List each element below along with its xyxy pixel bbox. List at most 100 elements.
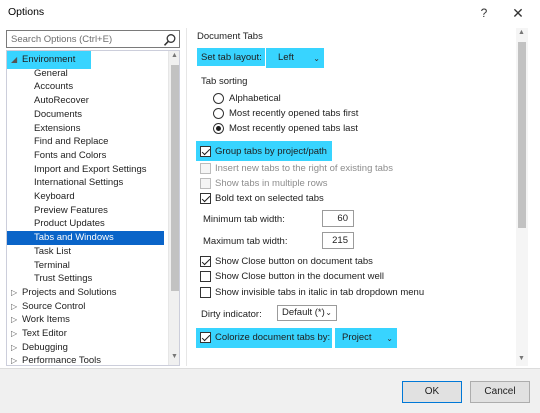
tree-item-label: Work Items <box>22 314 70 326</box>
tree-item-label: Find and Replace <box>34 136 109 148</box>
tree-item[interactable]: Keyboard <box>7 190 165 204</box>
tree-item[interactable]: AutoRecover <box>7 94 165 108</box>
tree-item-label: Terminal <box>34 259 70 271</box>
tree-item-label: Task List <box>34 245 71 257</box>
insert-right-label[interactable]: Insert new tabs to the right of existing… <box>215 163 393 174</box>
expand-arrow-icon[interactable]: ▷ <box>11 313 17 327</box>
sort-recent-last-label[interactable]: Most recently opened tabs last <box>229 123 358 134</box>
tree-item-label: Environment <box>22 54 76 65</box>
tree-item-label: Fonts and Colors <box>34 149 107 161</box>
search-input[interactable]: Search Options (Ctrl+E) <box>6 30 180 48</box>
tree-category[interactable]: ▷ Debugging <box>7 341 165 355</box>
tree-item-label: Trust Settings <box>34 273 93 285</box>
show-close-tab-checkbox[interactable] <box>200 256 211 267</box>
colorize-dropdown[interactable]: Project ⌄ <box>335 328 397 348</box>
bold-text-checkbox[interactable] <box>200 193 211 204</box>
help-button[interactable]: ? <box>472 3 496 23</box>
tree-item[interactable]: Find and Replace <box>7 135 165 149</box>
sort-alphabetical-label[interactable]: Alphabetical <box>229 93 281 104</box>
multiple-rows-checkbox[interactable] <box>200 178 211 189</box>
colorize-value: Project <box>342 332 372 343</box>
group-tabs-checkbox[interactable] <box>200 146 211 157</box>
scroll-up-icon[interactable]: ▲ <box>171 52 178 59</box>
tree-item[interactable]: Import and Export Settings <box>7 163 165 177</box>
tree-item[interactable]: Tabs and Windows <box>7 231 164 245</box>
tree-item[interactable]: Accounts <box>7 80 165 94</box>
tree-category[interactable]: ▷ Projects and Solutions <box>7 286 165 300</box>
sort-recent-first-label[interactable]: Most recently opened tabs first <box>229 108 358 119</box>
expand-arrow-icon[interactable]: ▷ <box>11 286 17 300</box>
expand-arrow-icon[interactable]: ▷ <box>11 327 17 341</box>
expand-arrow-icon[interactable]: ▷ <box>11 354 17 365</box>
min-tab-width-input[interactable]: 60 <box>322 210 354 227</box>
title-bar: Options ? ✕ <box>0 0 540 26</box>
tree-item-label: General <box>34 67 68 79</box>
scroll-down-icon[interactable]: ▼ <box>518 355 525 362</box>
show-close-tab-label[interactable]: Show Close button on document tabs <box>215 256 373 267</box>
tree-category[interactable]: ▷ Text Editor <box>7 327 165 341</box>
tree-item-label: Import and Export Settings <box>34 163 147 175</box>
chevron-down-icon: ⌄ <box>325 308 332 317</box>
group-tabs-label[interactable]: Group tabs by project/path <box>215 146 327 157</box>
tree-item[interactable]: General <box>7 67 165 81</box>
tree-item-label: Performance Tools <box>22 355 102 366</box>
tree-scrollbar[interactable]: ▲ ▼ <box>168 51 179 365</box>
tree-item-label: Extensions <box>34 122 81 134</box>
colorize-checkbox[interactable] <box>200 332 211 343</box>
expand-arrow-icon[interactable]: ▷ <box>11 300 17 314</box>
expand-arrow-icon[interactable]: ▷ <box>11 341 17 355</box>
bold-text-label[interactable]: Bold text on selected tabs <box>215 193 324 204</box>
dialog-footer: OK Cancel <box>0 368 540 413</box>
tree-item[interactable]: International Settings <box>7 176 165 190</box>
scroll-up-icon[interactable]: ▲ <box>518 29 525 36</box>
max-tab-width-label: Maximum tab width: <box>203 236 288 247</box>
insert-right-checkbox[interactable] <box>200 163 211 174</box>
show-close-well-label[interactable]: Show Close button in the document well <box>215 271 384 282</box>
pane-divider <box>186 28 187 366</box>
show-close-well-checkbox[interactable] <box>200 271 211 282</box>
colorize-label[interactable]: Colorize document tabs by: <box>215 332 330 343</box>
tree-item-label: Tabs and Windows <box>34 232 114 244</box>
tree-category[interactable]: ◢ Environment <box>7 51 91 69</box>
close-button[interactable]: ✕ <box>506 3 530 23</box>
scroll-down-icon[interactable]: ▼ <box>171 353 178 360</box>
collapse-arrow-icon[interactable]: ◢ <box>11 53 17 67</box>
show-invisible-checkbox[interactable] <box>200 287 211 298</box>
tree-item[interactable]: Terminal <box>7 259 165 273</box>
window-title: Options <box>8 6 45 18</box>
tree-category[interactable]: ▷ Work Items <box>7 313 165 327</box>
sort-recent-last-radio[interactable] <box>213 123 224 134</box>
sort-alphabetical-radio[interactable] <box>213 93 224 104</box>
tree-item[interactable]: Fonts and Colors <box>7 149 165 163</box>
options-tree: ◢ Environment General Accounts AutoRecover Do… <box>6 50 180 366</box>
tree-item[interactable]: Extensions <box>7 122 165 136</box>
tree-item[interactable]: Documents <box>7 108 165 122</box>
tree-category[interactable]: ▷ Source Control <box>7 300 165 314</box>
show-invisible-label[interactable]: Show invisible tabs in italic in tab dro… <box>215 287 424 298</box>
chevron-down-icon: ⌄ <box>386 334 393 343</box>
tree-item-label: Preview Features <box>34 204 108 216</box>
tree-item[interactable]: Product Updates <box>7 217 165 231</box>
dirty-indicator-label: Dirty indicator: <box>201 309 262 320</box>
set-tab-layout-dropdown[interactable]: Left ⌄ <box>266 48 324 68</box>
tree-item-label: Keyboard <box>34 191 75 202</box>
tree-item-label: Accounts <box>34 81 74 93</box>
tree-item-label: Text Editor <box>22 328 67 339</box>
sort-recent-first-radio[interactable] <box>213 108 224 119</box>
max-tab-width-input[interactable]: 215 <box>322 232 354 249</box>
tree-item-label: Source Control <box>22 300 86 312</box>
panel-scroll-thumb[interactable] <box>518 42 526 228</box>
tree-scroll-thumb[interactable] <box>171 65 179 291</box>
search-icon[interactable] <box>163 33 177 47</box>
tree-item[interactable]: Preview Features <box>7 204 165 218</box>
tree-item[interactable]: Trust Settings <box>7 272 165 286</box>
tree-item-label: International Settings <box>34 177 124 189</box>
panel-scrollbar[interactable]: ▲ ▼ <box>516 28 528 366</box>
section-title: Document Tabs <box>197 31 263 42</box>
dirty-indicator-dropdown[interactable]: Default (*) ⌄ <box>277 305 337 321</box>
cancel-button[interactable]: Cancel <box>470 381 530 403</box>
ok-button[interactable]: OK <box>402 381 462 403</box>
tree-item[interactable]: Task List <box>7 245 165 259</box>
multiple-rows-label[interactable]: Show tabs in multiple rows <box>215 178 327 189</box>
tree-category[interactable]: ▷ Performance Tools <box>7 354 165 366</box>
